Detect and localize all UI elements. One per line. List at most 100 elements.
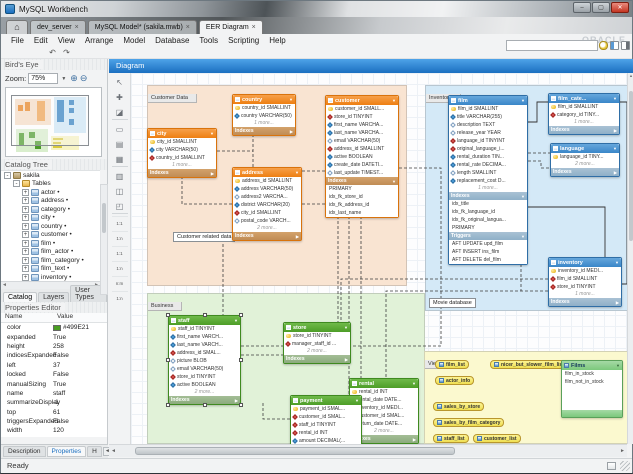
- maximize-button[interactable]: ▢: [592, 2, 610, 13]
- tree-expander-icon[interactable]: +: [22, 257, 29, 264]
- table-collapse-icon[interactable]: ▼: [613, 146, 617, 151]
- tree-expander-icon[interactable]: +: [22, 265, 29, 272]
- section-collapse-icon[interactable]: ▼: [392, 179, 396, 184]
- section-header[interactable]: Indexes ▶: [233, 232, 301, 240]
- table-column[interactable]: last_name VARCHA...: [326, 129, 398, 137]
- routine-item[interactable]: film_not_in_stock: [562, 378, 622, 386]
- menu-item[interactable]: Help: [264, 35, 290, 46]
- tree-item[interactable]: - sakila: [1, 171, 100, 180]
- table-column[interactable]: release_year YEAR: [449, 129, 527, 137]
- table-column[interactable]: description TEXT: [449, 121, 527, 129]
- table-header[interactable]: payment ▼: [291, 396, 361, 405]
- tree-item[interactable]: + film_actor •: [1, 248, 100, 257]
- tree-item[interactable]: + address •: [1, 197, 100, 206]
- table-column[interactable]: rental_duration TIN...: [449, 153, 527, 161]
- diagram-tool[interactable]: ▦: [112, 152, 128, 167]
- table-column[interactable]: rental_id INT: [291, 429, 361, 437]
- view-object[interactable]: sales_by_film_category: [433, 418, 504, 427]
- table-column[interactable]: store_id TINYINT: [169, 373, 240, 381]
- tree-item[interactable]: + inventory •: [1, 273, 100, 281]
- tree-expander-icon[interactable]: +: [22, 189, 29, 196]
- table-column[interactable]: film_id SMALLINT: [549, 103, 619, 111]
- db-table[interactable]: payment ▼ payment_id SMAL... customer_id: [290, 395, 362, 444]
- property-row[interactable]: top 61: [1, 408, 107, 417]
- tree-item[interactable]: + film •: [1, 239, 100, 248]
- table-collapse-icon[interactable]: ▼: [412, 381, 416, 386]
- section-header[interactable]: Indexes ▶: [549, 126, 619, 134]
- table-column[interactable]: country_id SMALLINT: [148, 154, 216, 162]
- section-collapse-icon[interactable]: ▶: [235, 398, 238, 403]
- section-collapse-icon[interactable]: ▶: [614, 170, 617, 175]
- diagram-tool[interactable]: ▤: [112, 137, 128, 152]
- section-header[interactable]: Indexes ▶: [551, 168, 619, 176]
- section-header[interactable]: Indexes ▶: [233, 127, 295, 135]
- tree-item[interactable]: + city •: [1, 214, 100, 223]
- zoom-in-icon[interactable]: ⊕: [70, 73, 78, 83]
- canvas-horizontal-scrollbar[interactable]: ◄ ►: [109, 444, 627, 457]
- property-row[interactable]: name staff: [1, 389, 107, 398]
- menu-item[interactable]: Scripting: [223, 35, 264, 46]
- title-bar[interactable]: MySQL Workbench – ▢ ✕: [1, 1, 632, 17]
- toolbar-button[interactable]: [103, 48, 114, 58]
- property-row[interactable]: indicesExpanded False: [1, 351, 107, 360]
- view-object[interactable]: sales_by_store: [433, 402, 484, 411]
- tree-vertical-scrollbar[interactable]: [100, 184, 108, 295]
- menu-item[interactable]: Model: [118, 35, 150, 46]
- index-item[interactable]: PRIMARY: [326, 185, 398, 193]
- view-object[interactable]: actor_info: [435, 376, 474, 385]
- toggle-left-panel-icon[interactable]: [610, 41, 619, 50]
- index-item[interactable]: PRIMARY: [449, 224, 527, 232]
- table-collapse-icon[interactable]: ▼: [289, 97, 293, 102]
- table-header[interactable]: staff ▼: [169, 316, 240, 325]
- table-header[interactable]: customer ▼: [326, 96, 398, 105]
- table-column[interactable]: email VARCHAR(50): [169, 365, 240, 373]
- index-item[interactable]: idx_last_name: [326, 209, 398, 217]
- table-column[interactable]: address_id SMALLINT: [233, 177, 301, 185]
- table-column[interactable]: address2 VARCHA...: [233, 193, 301, 201]
- section-collapse-icon[interactable]: ▶: [616, 300, 619, 305]
- canvas-vertical-scrollbar[interactable]: ▲: [627, 73, 633, 444]
- tree-item[interactable]: + customer •: [1, 231, 100, 240]
- table-column[interactable]: amount DECIMAL(...: [291, 437, 361, 444]
- tree-expander-icon[interactable]: +: [22, 248, 29, 255]
- table-collapse-icon[interactable]: ▼: [615, 260, 619, 265]
- diagram-tool[interactable]: 1:1: [112, 246, 128, 261]
- more-columns[interactable]: 2 more...: [551, 161, 619, 168]
- table-header[interactable]: city ▼: [148, 129, 216, 138]
- property-row[interactable]: summarizeDisplay -1: [1, 398, 107, 407]
- table-column[interactable]: staff_id TINYINT: [291, 421, 361, 429]
- minimap-viewport[interactable]: [11, 95, 89, 146]
- close-tab-icon[interactable]: ×: [75, 24, 79, 31]
- table-header[interactable]: address ▼: [233, 168, 301, 177]
- table-collapse-icon[interactable]: ▼: [234, 318, 238, 323]
- toolbar-button[interactable]: [33, 48, 44, 58]
- toolbar-button[interactable]: ↷: [61, 48, 72, 58]
- index-item[interactable]: idx_fk_address_id: [326, 201, 398, 209]
- diagram-tool[interactable]: 1:n: [112, 291, 128, 306]
- section-header[interactable]: Indexes ▶: [549, 298, 621, 306]
- table-column[interactable]: rental_rate DECIMA...: [449, 161, 527, 169]
- table-column[interactable]: staff_id TINYINT: [169, 325, 240, 333]
- diagram-canvas[interactable]: Customer Data Inventory Business Views: [131, 73, 627, 444]
- diagram-tool[interactable]: ◫: [112, 184, 128, 199]
- section-header[interactable]: Indexes ▼: [326, 177, 398, 185]
- diagram-tool[interactable]: ◰: [112, 199, 128, 214]
- table-column[interactable]: original_language_i...: [449, 145, 527, 153]
- section-collapse-icon[interactable]: ▶: [345, 357, 348, 362]
- property-row[interactable]: width 120: [1, 426, 107, 435]
- section-header[interactable]: Triggers ▼: [449, 232, 527, 240]
- table-column[interactable]: first_name VARCH...: [169, 333, 240, 341]
- table-column[interactable]: customer_id SMAL...: [291, 413, 361, 421]
- tree-expander-icon[interactable]: +: [22, 231, 29, 238]
- toolbar-button[interactable]: [75, 48, 86, 58]
- section-collapse-icon[interactable]: ▼: [521, 234, 525, 239]
- view-object[interactable]: nicer_but_slower_film_list: [490, 360, 568, 369]
- view-object[interactable]: film_list: [435, 360, 469, 369]
- db-table[interactable]: country ▼ country_id SMALLINT country VA…: [232, 94, 296, 136]
- menu-item[interactable]: Database: [150, 35, 194, 46]
- table-column[interactable]: title VARCHAR(255): [449, 113, 527, 121]
- table-column[interactable]: city_id SMALLINT: [233, 209, 301, 217]
- more-columns[interactable]: 1 more...: [449, 185, 527, 192]
- sidebar-tab[interactable]: Catalog: [3, 292, 37, 302]
- routine-group[interactable]: Films ▼ film_in_stockfilm_not_in_stock: [561, 360, 623, 418]
